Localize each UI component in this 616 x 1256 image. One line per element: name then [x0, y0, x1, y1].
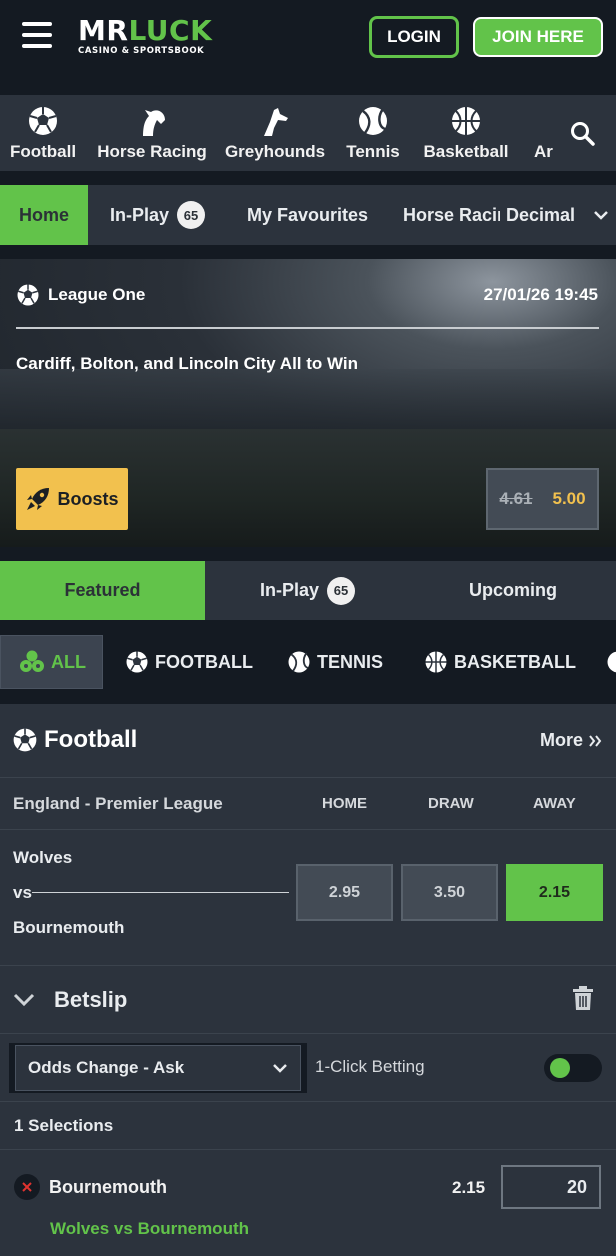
close-icon[interactable] [14, 1174, 40, 1200]
section-title: Football [12, 726, 137, 754]
sport-nav-greyhounds[interactable]: Greyhounds [225, 95, 325, 171]
sport-nav-label: Football [9, 142, 77, 161]
filter-football[interactable]: FOOTBALL [125, 635, 253, 689]
betslip-title: Betslip [54, 987, 128, 1012]
menu-icon[interactable] [22, 22, 52, 48]
old-odds: 4.61 [499, 489, 533, 508]
selection-event[interactable]: Wolves vs Bournemouth [50, 1219, 249, 1239]
sport-nav-basketball[interactable]: Basketball [423, 95, 509, 171]
column-home: HOME [322, 795, 367, 812]
one-click-toggle[interactable] [544, 1054, 602, 1082]
tab-my-favourites[interactable]: My Favourites [247, 185, 368, 245]
more-link[interactable]: More [540, 730, 602, 751]
match-row: Wolves vs Bournemouth 2.95 3.50 2.15 [0, 830, 616, 966]
sport-nav-horse-racing[interactable]: Horse Racing [97, 95, 207, 171]
sport-nav-label: Tennis [346, 142, 400, 161]
tab-featured[interactable]: Featured [0, 561, 205, 620]
selection-odds: 2.15 [452, 1178, 486, 1197]
column-away: AWAY [533, 795, 576, 812]
sport-nav-label: Horse Racing [97, 142, 207, 161]
tab-home[interactable]: Home [0, 185, 88, 245]
chevron-down-icon [593, 210, 609, 220]
inplay-count-badge: 65 [327, 576, 356, 605]
betslip-panel: Betslip Odds Change - Ask 1-Click Bettin… [0, 966, 616, 1256]
football-icon [12, 727, 38, 753]
filter-tennis[interactable]: TENNIS [287, 635, 383, 689]
double-chevron-right-icon [588, 734, 602, 748]
rocket-icon [25, 486, 51, 512]
basketball-icon [424, 650, 448, 674]
home-price-button[interactable]: 2.95 [296, 864, 393, 921]
featured-tabs: Featured In-Play 65 Upcoming [0, 561, 616, 620]
divider [16, 327, 599, 329]
filter-all[interactable]: ALL [0, 635, 103, 689]
away-team[interactable]: Bournemouth [13, 918, 124, 938]
draw-price-button[interactable]: 3.50 [401, 864, 498, 921]
banner-datetime: 27/01/26 19:45 [483, 285, 598, 304]
selections-count-row: 1 Selections [0, 1102, 616, 1150]
filter-more-icon[interactable] [606, 635, 616, 689]
selection-name: Bournemouth [49, 1177, 167, 1197]
football-icon [125, 650, 149, 674]
chevron-down-icon [272, 1063, 288, 1073]
betslip-header[interactable]: Betslip [0, 966, 616, 1034]
odds-change-value: Odds Change - Ask [28, 1058, 185, 1077]
horse-icon [135, 104, 169, 138]
tennis-icon [356, 104, 390, 138]
sports-nav: Football Horse Racing Greyhounds Tennis … [0, 95, 616, 171]
sport-nav-football[interactable]: Football [9, 95, 77, 171]
tab-label: In-Play [259, 580, 320, 600]
sport-nav-more[interactable]: Ar [534, 95, 564, 171]
banner-title: Cardiff, Bolton, and Lincoln City All to… [16, 354, 359, 373]
sport-nav-label: Basketball [423, 142, 509, 161]
brand-logo[interactable]: MRLUCK CASINO & SPORTSBOOK [78, 14, 213, 57]
filter-basketball[interactable]: BASKETBALL [424, 635, 576, 689]
tab-in-play[interactable]: In-Play 65 [110, 185, 206, 245]
home-team[interactable]: Wolves [13, 848, 72, 868]
trash-icon[interactable] [572, 986, 594, 1015]
football-section-header: Football More [0, 704, 616, 778]
new-odds: 5.00 [552, 489, 586, 508]
vs-label: vs [13, 883, 32, 902]
promo-banner[interactable]: League One 27/01/26 19:45 Cardiff, Bolto… [0, 259, 616, 547]
chevron-down-icon[interactable] [12, 988, 36, 1017]
selections-count: 1 Selections [14, 1116, 114, 1135]
sport-filters: ALL FOOTBALL TENNIS BASKETBALL [0, 620, 616, 704]
logo-tagline: CASINO & SPORTSBOOK [78, 46, 205, 56]
odds-format-label: Decimal [506, 204, 576, 225]
inplay-count-badge: 65 [177, 201, 206, 229]
all-sports-icon [19, 649, 45, 675]
away-price-button[interactable]: 2.15 [506, 864, 603, 921]
sport-nav-label: Ar [534, 142, 553, 161]
one-click-label: 1-Click Betting [315, 1057, 425, 1076]
boosted-odds-button[interactable]: 4.61 5.00 [486, 468, 599, 530]
divider [32, 892, 289, 893]
football-icon [16, 283, 40, 307]
login-button[interactable]: LOGIN [369, 16, 459, 58]
search-icon[interactable] [570, 121, 596, 152]
banner-league: League One [16, 283, 145, 307]
tab-upcoming[interactable]: Upcoming [410, 561, 616, 620]
stake-input[interactable] [501, 1165, 601, 1209]
league-header-row: England - Premier League HOME DRAW AWAY [0, 778, 616, 830]
logo-wordmark: MRLUCK [78, 14, 213, 47]
league-name: England - Premier League [13, 794, 223, 813]
odds-format-select[interactable]: Decimal [500, 185, 616, 245]
boosts-button[interactable]: Boosts [16, 468, 128, 530]
column-draw: DRAW [428, 795, 474, 812]
tab-featured-in-play[interactable]: In-Play 65 [205, 561, 410, 620]
odds-change-select[interactable]: Odds Change - Ask [9, 1043, 307, 1093]
bet-selection: Bournemouth 2.15 Wolves vs Bournemouth [0, 1150, 616, 1256]
toggle-knob [550, 1058, 570, 1078]
join-button[interactable]: JOIN HERE [473, 17, 603, 57]
tab-label: In-Play [110, 204, 170, 225]
sport-nav-label: Greyhounds [224, 142, 326, 161]
app-header: MRLUCK CASINO & SPORTSBOOK LOGIN JOIN HE… [0, 0, 616, 95]
basketball-icon [449, 104, 483, 138]
betslip-controls: Odds Change - Ask 1-Click Betting [0, 1034, 616, 1102]
football-icon [26, 104, 60, 138]
greyhound-icon [258, 104, 292, 138]
tennis-icon [287, 650, 311, 674]
sport-nav-tennis[interactable]: Tennis [346, 95, 400, 171]
